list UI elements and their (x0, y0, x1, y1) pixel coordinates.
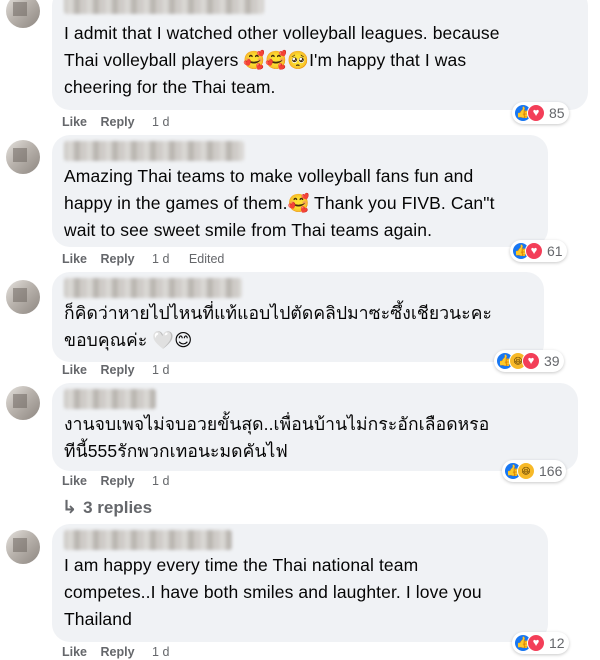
reaction-count: 39 (544, 353, 560, 369)
timestamp[interactable]: 1 d (152, 252, 169, 266)
reaction-count: 12 (549, 635, 565, 651)
comment-actions: Like Reply 1 d (62, 473, 181, 489)
reply-button[interactable]: Reply (101, 363, 135, 377)
reaction-summary[interactable]: 👍 ♥ 85 (512, 102, 569, 124)
avatar[interactable] (6, 280, 40, 314)
timestamp[interactable]: 1 d (152, 363, 169, 377)
reaction-count: 61 (547, 243, 563, 259)
author-name-blurred[interactable] (64, 389, 156, 409)
comment-text: I admit that I watched other volleyball … (64, 23, 500, 97)
comment-bubble: งานจบเพจไม่จบอวยขั้นสุด..เพื่อนบ้านไม่กร… (52, 383, 578, 471)
comment-actions: Like Reply 1 d (62, 644, 181, 660)
avatar[interactable] (6, 0, 40, 28)
reply-button[interactable]: Reply (101, 474, 135, 488)
author-name-blurred[interactable] (64, 278, 242, 298)
comment-bubble: I am happy every time the Thai national … (52, 524, 548, 642)
like-button[interactable]: Like (62, 252, 87, 266)
edited-label[interactable]: Edited (189, 252, 224, 266)
love-icon: ♥ (522, 352, 540, 370)
comment-actions: Like Reply 1 d (62, 362, 181, 378)
love-icon: ♥ (527, 634, 545, 652)
comment-text: งานจบเพจไม่จบอวยขั้นสุด..เพื่อนบ้านไม่กร… (64, 414, 490, 461)
reaction-summary[interactable]: 👍 😆 166 (502, 460, 567, 482)
comment-text: ก็คิดว่าหายไปไหนที่แท้แอบไปตัดคลิปมาซะซึ… (64, 303, 493, 350)
comment-bubble: I admit that I watched other volleyball … (52, 0, 588, 110)
reaction-summary[interactable]: 👍 ♥ 61 (510, 240, 567, 262)
reaction-count: 166 (539, 463, 563, 479)
like-button[interactable]: Like (62, 363, 87, 377)
comment-bubble: ก็คิดว่าหายไปไหนที่แท้แอบไปตัดคลิปมาซะซึ… (52, 272, 544, 362)
replies-label: 3 replies (83, 497, 153, 517)
reply-arrow-icon: ↳ (62, 497, 78, 517)
reaction-count: 85 (549, 105, 565, 121)
comment-actions: Like Reply 1 d Edited (62, 251, 236, 267)
reply-button[interactable]: Reply (101, 252, 135, 266)
like-button[interactable]: Like (62, 645, 87, 659)
avatar[interactable] (6, 140, 40, 174)
view-replies-link[interactable]: ↳ 3 replies (62, 497, 152, 518)
comment-bubble: Amazing Thai teams to make volleyball fa… (52, 135, 548, 247)
reaction-summary[interactable]: 👍 😆 ♥ 39 (494, 350, 564, 372)
author-name-blurred[interactable] (64, 0, 264, 14)
comment-actions: Like Reply 1 d (62, 114, 181, 130)
love-icon: ♥ (525, 242, 543, 260)
love-icon: ♥ (527, 104, 545, 122)
avatar[interactable] (6, 530, 40, 564)
author-name-blurred[interactable] (64, 530, 232, 550)
comment-text: Amazing Thai teams to make volleyball fa… (64, 166, 495, 240)
comment-text: I am happy every time the Thai national … (64, 555, 482, 629)
reply-button[interactable]: Reply (101, 115, 135, 129)
timestamp[interactable]: 1 d (152, 115, 169, 129)
timestamp[interactable]: 1 d (152, 474, 169, 488)
reply-button[interactable]: Reply (101, 645, 135, 659)
like-button[interactable]: Like (62, 474, 87, 488)
author-name-blurred[interactable] (64, 141, 244, 161)
timestamp[interactable]: 1 d (152, 645, 169, 659)
like-button[interactable]: Like (62, 115, 87, 129)
avatar[interactable] (6, 386, 40, 420)
haha-icon: 😆 (517, 462, 535, 480)
